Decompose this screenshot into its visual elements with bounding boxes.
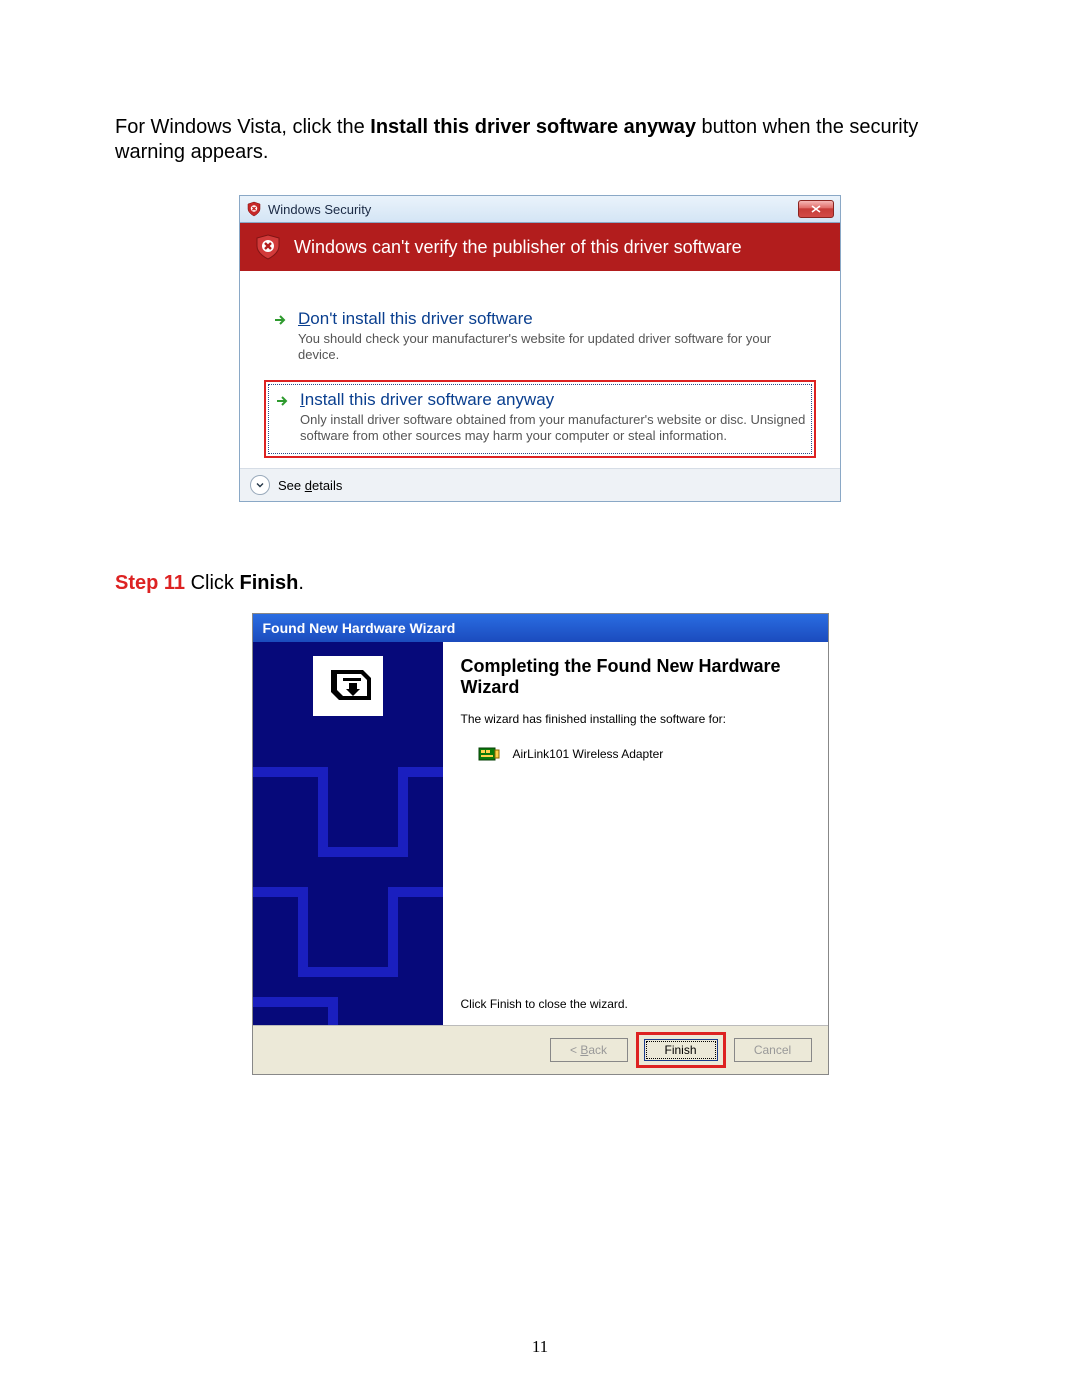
see-details-label: See details [278, 478, 342, 493]
step-text: Step 11 Click Finish. [115, 572, 965, 595]
option-install-anyway[interactable]: Install this driver software anyway Only… [264, 380, 816, 459]
install-emblem-icon [313, 656, 383, 716]
device-row: AirLink101 Wireless Adapter [477, 742, 810, 766]
device-name: AirLink101 Wireless Adapter [513, 747, 664, 761]
xp-side-graphic [253, 642, 443, 1025]
see-details[interactable]: See details [240, 468, 840, 501]
shield-icon [246, 201, 262, 217]
vista-security-dialog: Windows Security Windows can't verify th… [239, 195, 841, 502]
vista-warning-banner: Windows can't verify the publisher of th… [240, 223, 840, 271]
chevron-down-icon [250, 475, 270, 495]
option-title: Install this driver software anyway [300, 390, 806, 410]
close-icon [811, 205, 821, 213]
intro-text: For Windows Vista, click the Install thi… [115, 115, 965, 165]
option-dont-install[interactable]: Don't install this driver software You s… [264, 301, 816, 376]
shield-icon [254, 233, 282, 261]
xp-titlebar: Found New Hardware Wizard [253, 614, 828, 642]
xp-line1: The wizard has finished installing the s… [461, 712, 810, 726]
option-desc: You should check your manufacturer's web… [298, 331, 808, 364]
back-button[interactable]: < Back [550, 1038, 628, 1062]
page-number: 11 [0, 1337, 1080, 1357]
vista-title-text: Windows Security [268, 202, 371, 217]
finish-button-highlight: Finish [636, 1032, 726, 1068]
finish-button[interactable]: Finish [644, 1039, 718, 1061]
close-button[interactable] [798, 200, 834, 218]
cancel-button[interactable]: Cancel [734, 1038, 812, 1062]
option-desc: Only install driver software obtained fr… [300, 412, 806, 445]
decorative-lines [253, 732, 443, 1025]
vista-titlebar: Windows Security [240, 196, 840, 223]
option-title: Don't install this driver software [298, 309, 808, 329]
xp-title-text: Found New Hardware Wizard [263, 620, 456, 636]
arrow-icon [274, 393, 290, 409]
device-card-icon [477, 742, 501, 766]
vista-warning-text: Windows can't verify the publisher of th… [294, 237, 742, 258]
xp-close-line: Click Finish to close the wizard. [461, 997, 810, 1011]
xp-button-row: < Back Finish Cancel [253, 1025, 828, 1074]
arrow-icon [272, 312, 288, 328]
xp-heading: Completing the Found New Hardware Wizard [461, 656, 810, 698]
xp-wizard-dialog: Found New Hardware Wizard [252, 613, 829, 1075]
